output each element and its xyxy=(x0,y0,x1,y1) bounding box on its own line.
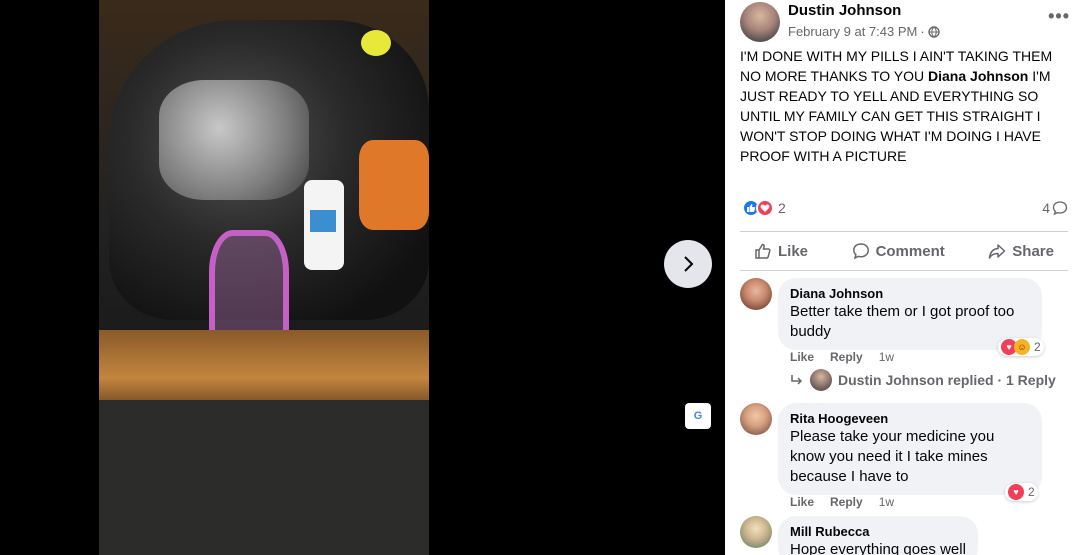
commenter-name[interactable]: Diana Johnson xyxy=(790,286,1030,301)
comment-reply-button[interactable]: Reply xyxy=(830,350,863,364)
commenter-name[interactable]: Rita Hoogeveen xyxy=(790,411,1030,426)
love-reaction-icon: ♥ xyxy=(1008,484,1024,500)
like-button[interactable]: Like xyxy=(740,242,822,260)
comment-item: Rita Hoogeveen Please take your medicine… xyxy=(740,403,1070,513)
comment-text: Hope everything goes well xyxy=(790,541,966,555)
photo-yellow-object xyxy=(361,30,391,56)
comment-button[interactable]: Comment xyxy=(838,242,959,260)
reaction-count: 2 xyxy=(778,200,786,216)
comment-time[interactable]: 1w xyxy=(879,495,894,509)
commenter-name[interactable]: Mill Rubecca xyxy=(790,524,966,539)
author-name[interactable]: Dustin Johnson xyxy=(788,2,901,19)
comment-reactions[interactable]: ♥ ☺ 2 xyxy=(998,338,1044,356)
chevron-right-icon xyxy=(684,256,694,272)
translate-icon: G xyxy=(693,410,703,422)
post-photo[interactable] xyxy=(99,0,429,555)
globe-icon xyxy=(927,25,940,38)
comment-bubble: Rita Hoogeveen Please take your medicine… xyxy=(778,403,1042,495)
comment-label: Comment xyxy=(875,242,945,260)
commenter-avatar[interactable] xyxy=(740,403,772,435)
comment-icon xyxy=(852,243,869,260)
photo-orange-package xyxy=(359,140,429,230)
comment-bubble: Mill Rubecca Hope everything goes well xyxy=(778,516,978,555)
photo-foil xyxy=(159,80,309,200)
photo-carpet xyxy=(99,400,429,555)
comment-count-value: 4 xyxy=(1042,200,1050,216)
author-avatar[interactable] xyxy=(740,2,780,42)
post-header: Dustin Johnson February 9 at 7:43 PM · •… xyxy=(740,0,1075,44)
comment-reactions[interactable]: ♥ 2 xyxy=(1005,483,1038,501)
comment-count[interactable]: 4 xyxy=(1042,200,1068,216)
meta-separator: · xyxy=(920,24,925,39)
haha-reaction-icon: ☺ xyxy=(1014,339,1030,355)
post-date[interactable]: February 9 at 7:43 PM xyxy=(788,24,917,39)
comment-item: Mill Rubecca Hope everything goes well xyxy=(740,516,1070,555)
comment-text: Please take your medicine you know you n… xyxy=(790,428,995,485)
post-panel: Dustin Johnson February 9 at 7:43 PM · •… xyxy=(725,0,1083,555)
share-label: Share xyxy=(1012,242,1054,260)
comment-reply-button[interactable]: Reply xyxy=(830,495,863,509)
replies-label: Dustin Johnson replied · 1 Reply xyxy=(838,372,1056,388)
comment-reaction-count: 2 xyxy=(1028,485,1035,499)
comment-reaction-count: 2 xyxy=(1034,340,1041,354)
share-icon xyxy=(989,244,1006,259)
comment-actions: Like Reply 1w xyxy=(790,495,894,509)
comment-text: Better take them or I got proof too budd… xyxy=(790,303,1015,340)
more-options-button[interactable]: ••• xyxy=(1048,6,1070,27)
comment-like-button[interactable]: Like xyxy=(790,350,814,364)
view-replies-link[interactable]: Dustin Johnson replied · 1 Reply xyxy=(790,369,1056,391)
comment-bubble-icon xyxy=(1052,201,1068,216)
photo-wood-frame xyxy=(99,330,429,410)
comment-item: Diana Johnson Better take them or I got … xyxy=(740,278,1070,393)
share-button[interactable]: Share xyxy=(974,242,1068,260)
reply-arrow-icon xyxy=(791,375,803,385)
comment-like-button[interactable]: Like xyxy=(790,495,814,509)
mention-link[interactable]: Diana Johnson xyxy=(928,68,1028,84)
post-meta: February 9 at 7:43 PM · xyxy=(788,24,940,39)
love-reaction-icon xyxy=(756,199,774,217)
translate-button[interactable]: G xyxy=(685,403,711,429)
comment-time[interactable]: 1w xyxy=(879,350,894,364)
post-text: I'M DONE WITH MY PILLS I AIN'T TAKING TH… xyxy=(740,46,1070,166)
like-label: Like xyxy=(778,242,809,260)
commenter-avatar[interactable] xyxy=(740,278,772,310)
commenter-avatar[interactable] xyxy=(740,516,772,548)
replier-avatar xyxy=(810,369,832,391)
post-actions: Like Comment Share xyxy=(740,231,1068,271)
photo-pill-bottle xyxy=(304,180,344,270)
next-photo-button[interactable] xyxy=(664,240,712,288)
thumbs-up-icon xyxy=(755,243,771,259)
comment-actions: Like Reply 1w xyxy=(790,350,894,364)
reactions-summary[interactable]: 2 xyxy=(742,199,786,217)
photo-viewer: G xyxy=(0,0,725,555)
